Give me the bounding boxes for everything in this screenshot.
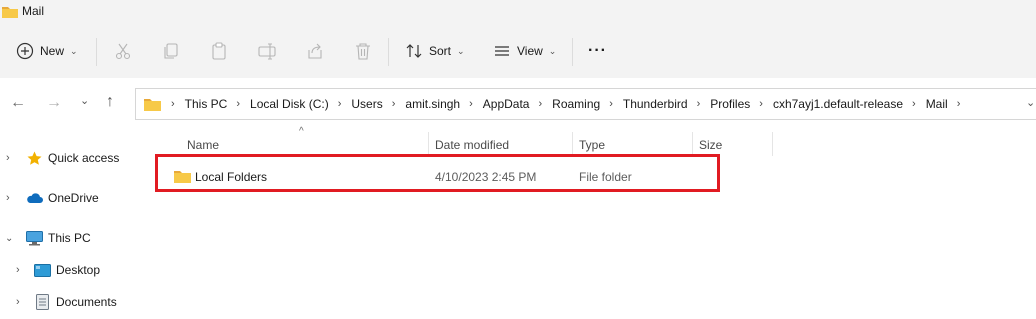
- sort-button[interactable]: Sort ⌄: [405, 36, 465, 66]
- view-button[interactable]: View ⌄: [493, 36, 556, 66]
- sort-arrows-icon: [406, 44, 422, 58]
- highlight-annotation: [155, 154, 720, 192]
- view-label: View: [517, 44, 543, 58]
- list-view-icon: [495, 46, 509, 56]
- chevron-right-icon[interactable]: ›: [16, 296, 20, 308]
- recent-locations-chevron-icon[interactable]: ⌄: [80, 94, 89, 107]
- folder-icon: [2, 7, 18, 18]
- breadcrumb-chevron-icon[interactable]: ›: [392, 98, 396, 110]
- breadcrumb-appdata[interactable]: AppData: [483, 97, 530, 111]
- column-divider[interactable]: [692, 132, 693, 156]
- breadcrumb-chevron-icon[interactable]: ›: [697, 98, 701, 110]
- column-header-type[interactable]: Type: [579, 138, 605, 152]
- command-bar: New ⌄ Sort ⌄ View ⌄ ···: [0, 24, 1036, 79]
- chevron-down-icon: ⌄: [548, 45, 557, 56]
- cloud-icon: [27, 193, 43, 203]
- share-icon[interactable]: [304, 40, 326, 62]
- sidebar-item-quick-access[interactable]: › Quick access: [0, 146, 155, 170]
- sidebar-item-label: OneDrive: [48, 191, 99, 205]
- folder-icon: [144, 99, 161, 111]
- breadcrumb-chevron-icon[interactable]: ›: [538, 98, 542, 110]
- sidebar-item-label: Documents: [56, 295, 117, 309]
- breadcrumb-chevron-icon[interactable]: ›: [912, 98, 916, 110]
- breadcrumb-this-pc[interactable]: This PC: [185, 97, 228, 111]
- breadcrumb-chevron-icon[interactable]: ›: [609, 98, 613, 110]
- sort-label: Sort: [429, 44, 452, 58]
- breadcrumb-chevron-icon[interactable]: ›: [236, 98, 240, 110]
- breadcrumb-thunderbird[interactable]: Thunderbird: [623, 97, 688, 111]
- cut-icon[interactable]: [112, 40, 134, 62]
- forward-arrow-icon[interactable]: →: [46, 94, 62, 112]
- title-bar: Mail: [0, 0, 1036, 24]
- chevron-down-icon: ⌄: [457, 45, 465, 56]
- desktop-icon: [34, 263, 51, 277]
- breadcrumb-roaming[interactable]: Roaming: [552, 97, 600, 111]
- back-arrow-icon[interactable]: ←: [10, 94, 26, 112]
- plus-circle-icon: [16, 42, 34, 60]
- column-divider[interactable]: [428, 132, 429, 156]
- more-options-button[interactable]: ···: [588, 36, 607, 66]
- up-arrow-icon[interactable]: ↑: [106, 93, 114, 111]
- toolbar-divider: [572, 38, 573, 66]
- chevron-right-icon[interactable]: ›: [6, 192, 10, 204]
- sidebar-item-onedrive[interactable]: › OneDrive: [0, 186, 155, 210]
- column-divider[interactable]: [772, 132, 773, 156]
- chevron-right-icon[interactable]: ›: [6, 152, 10, 164]
- address-bar[interactable]: › This PC › Local Disk (C:) › Users › amit.…: [135, 88, 1036, 120]
- breadcrumb-chevron-icon[interactable]: ›: [957, 98, 961, 110]
- breadcrumb: This PC › Local Disk (C:) › Users › amit.si…: [185, 97, 971, 111]
- sidebar-item-label: Quick access: [48, 151, 120, 165]
- toolbar-divider: [96, 38, 97, 66]
- sidebar-item-label: This PC: [48, 231, 91, 245]
- new-button[interactable]: New ⌄: [16, 36, 78, 66]
- sidebar-item-label: Desktop: [56, 263, 101, 277]
- chevron-down-icon[interactable]: ⌄: [5, 233, 13, 244]
- computer-icon: [26, 230, 43, 245]
- sidebar-item-this-pc[interactable]: ⌄ This PC: [0, 226, 155, 250]
- breadcrumb-profiles[interactable]: Profiles: [710, 97, 750, 111]
- new-label: New: [40, 44, 65, 58]
- document-icon: [36, 294, 49, 310]
- copy-icon[interactable]: [160, 40, 182, 62]
- breadcrumb-users[interactable]: Users: [351, 97, 382, 111]
- column-header-date-modified[interactable]: Date modified: [435, 138, 509, 152]
- column-divider[interactable]: [572, 132, 573, 156]
- star-icon: [27, 151, 42, 165]
- sort-ascending-icon: ^: [299, 126, 304, 137]
- navigation-pane: › Quick access › OneDrive ⌄ This PC › De…: [0, 130, 155, 319]
- rename-icon[interactable]: [256, 40, 278, 62]
- delete-icon[interactable]: [352, 40, 374, 62]
- chevron-down-icon: ⌄: [70, 45, 78, 56]
- chevron-right-icon[interactable]: ›: [16, 264, 20, 276]
- window-title: Mail: [22, 4, 45, 18]
- breadcrumb-chevron-icon[interactable]: ›: [171, 98, 175, 110]
- breadcrumb-profile[interactable]: cxh7ayj1.default-release: [773, 97, 903, 111]
- breadcrumb-chevron-icon[interactable]: ›: [469, 98, 473, 110]
- breadcrumb-chevron-icon[interactable]: ›: [338, 98, 342, 110]
- paste-icon[interactable]: [208, 40, 230, 62]
- sidebar-item-desktop[interactable]: › Desktop: [0, 258, 155, 282]
- breadcrumb-mail[interactable]: Mail: [926, 97, 948, 111]
- column-header-name[interactable]: Name: [187, 138, 219, 152]
- sidebar-item-documents[interactable]: › Documents: [0, 290, 155, 314]
- breadcrumb-chevron-icon[interactable]: ›: [759, 98, 763, 110]
- breadcrumb-user[interactable]: amit.singh: [405, 97, 460, 111]
- breadcrumb-local-disk[interactable]: Local Disk (C:): [250, 97, 329, 111]
- column-header-size[interactable]: Size: [699, 138, 722, 152]
- address-dropdown-chevron-icon[interactable]: ⌄: [1026, 96, 1035, 109]
- toolbar-divider: [388, 38, 389, 66]
- more-icon: ···: [588, 42, 607, 59]
